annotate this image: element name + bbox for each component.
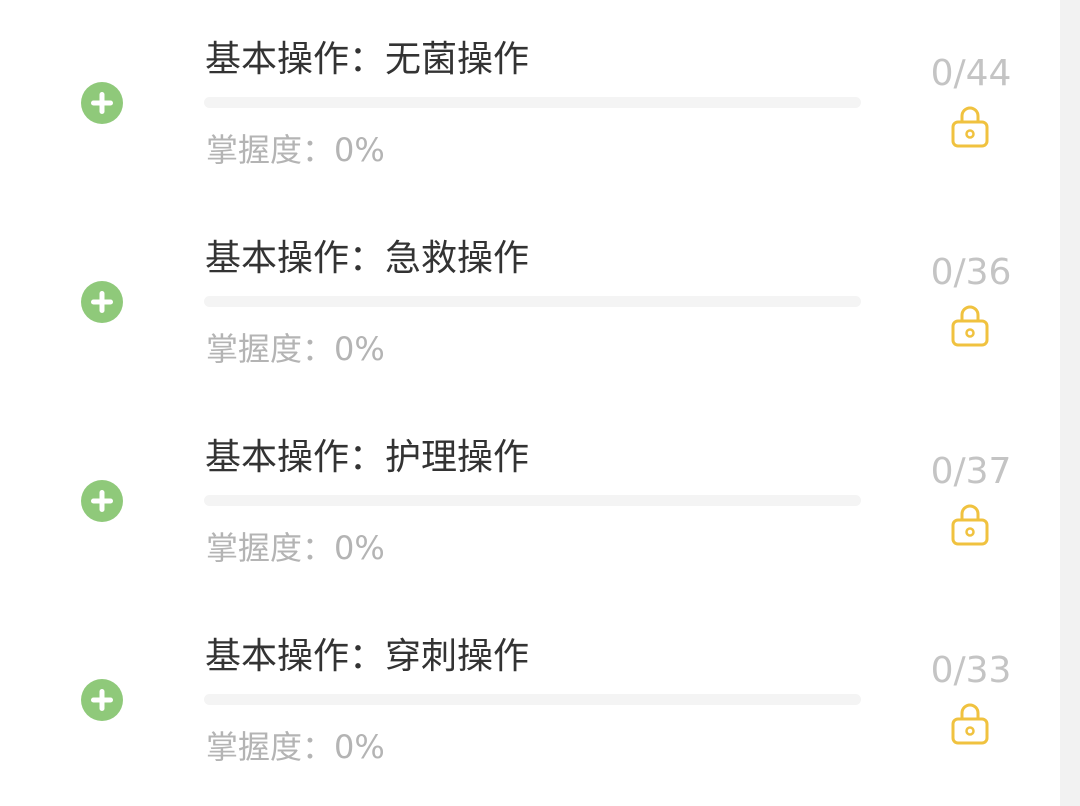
mastery-progress-bar	[204, 296, 861, 307]
mastery-label: 掌握度：	[206, 529, 335, 567]
chapter-title: 基本操作：无菌操作	[205, 39, 530, 80]
mastery-text: 掌握度：0%	[206, 128, 385, 172]
mastery-progress-bar	[204, 694, 861, 705]
lock-icon	[951, 504, 989, 546]
mastery-value: 0%	[334, 728, 385, 766]
lock-icon	[951, 305, 989, 347]
mastery-text: 掌握度：0%	[206, 526, 385, 570]
chapter-row[interactable]: 基本操作：急救操作 掌握度：0% 0/36	[0, 199, 1060, 398]
mastery-value: 0%	[334, 330, 385, 368]
chapter-title: 基本操作：穿刺操作	[205, 636, 530, 677]
mastery-text: 掌握度：0%	[206, 327, 385, 371]
plus-circle-icon[interactable]	[81, 281, 123, 323]
chapter-row[interactable]: 基本操作：穿刺操作 掌握度：0% 0/33	[0, 597, 1060, 796]
plus-circle-icon[interactable]	[81, 82, 123, 124]
mastery-label: 掌握度：	[206, 330, 335, 368]
chapter-title: 基本操作：急救操作	[205, 238, 530, 279]
mastery-label: 掌握度：	[206, 728, 335, 766]
plus-circle-icon[interactable]	[81, 679, 123, 721]
chapter-list: 基本操作：无菌操作 掌握度：0% 0/44 基本操作：急救操作 掌握度：0% 0…	[0, 0, 1060, 806]
lock-icon	[951, 703, 989, 745]
lock-icon	[951, 106, 989, 148]
mastery-progress-bar	[204, 495, 861, 506]
plus-circle-icon[interactable]	[81, 480, 123, 522]
question-count: 0/44	[930, 53, 1012, 94]
mastery-text: 掌握度：0%	[206, 725, 385, 769]
mastery-value: 0%	[334, 131, 385, 169]
mastery-label: 掌握度：	[206, 131, 335, 169]
question-count: 0/36	[930, 252, 1012, 293]
scroll-edge	[1060, 0, 1080, 806]
question-count: 0/33	[930, 650, 1012, 691]
chapter-row[interactable]: 基本操作：无菌操作 掌握度：0% 0/44	[0, 0, 1060, 199]
chapter-row[interactable]: 基本操作：护理操作 掌握度：0% 0/37	[0, 398, 1060, 597]
chapter-title: 基本操作：护理操作	[205, 437, 530, 478]
mastery-progress-bar	[204, 97, 861, 108]
question-count: 0/37	[930, 451, 1012, 492]
mastery-value: 0%	[334, 529, 385, 567]
